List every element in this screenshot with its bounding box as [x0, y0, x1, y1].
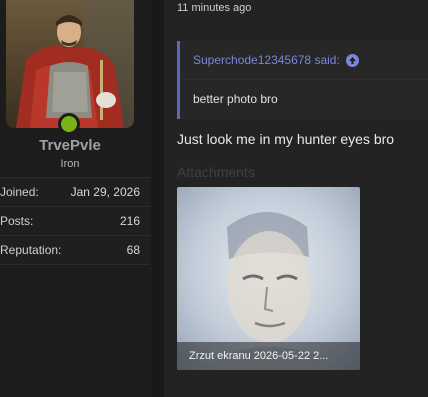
username[interactable]: TrvePvle — [0, 137, 140, 154]
stat-label: Joined: — [0, 185, 39, 199]
stat-row-joined: Joined: Jan 29, 2026 — [0, 177, 150, 207]
stat-value: Jan 29, 2026 — [70, 185, 140, 199]
user-stats: Joined: Jan 29, 2026 Posts: 216 Reputati… — [0, 177, 150, 265]
stat-value: 68 — [126, 243, 140, 257]
attachment-filename[interactable]: Zrzut ekranu 2026-05-22 2... — [177, 342, 360, 370]
quote-author[interactable]: Superchode12345678 said: — [193, 53, 340, 67]
stat-row-reputation: Reputation: 68 — [0, 236, 150, 265]
stat-label: Posts: — [0, 214, 34, 228]
quote-text: better photo bro — [193, 92, 278, 106]
quote-header[interactable]: Superchode12345678 said: — [180, 41, 428, 80]
post-content: 11 minutes ago Superchode12345678 said: … — [164, 0, 428, 397]
attachments-heading: Attachments — [177, 164, 255, 180]
user-sidebar: TrvePvle Iron Joined: Jan 29, 2026 Posts… — [0, 0, 152, 397]
post-message: Just look me in my hunter eyes bro — [177, 131, 395, 147]
attachment-thumbnail[interactable]: Zrzut ekranu 2026-05-22 2... — [177, 187, 360, 370]
avatar[interactable] — [6, 0, 134, 128]
quote-block: Superchode12345678 said: better photo br… — [177, 41, 428, 119]
avatar-portrait — [6, 0, 134, 128]
stat-value[interactable]: 216 — [120, 214, 140, 228]
user-title: Iron — [60, 158, 80, 170]
stat-label: Reputation: — [0, 243, 62, 257]
post-timestamp[interactable]: 11 minutes ago — [177, 2, 251, 14]
online-status-indicator — [58, 113, 80, 135]
stat-row-posts: Posts: 216 — [0, 207, 150, 236]
column-divider — [152, 0, 164, 397]
arrow-up-icon[interactable] — [345, 53, 359, 67]
